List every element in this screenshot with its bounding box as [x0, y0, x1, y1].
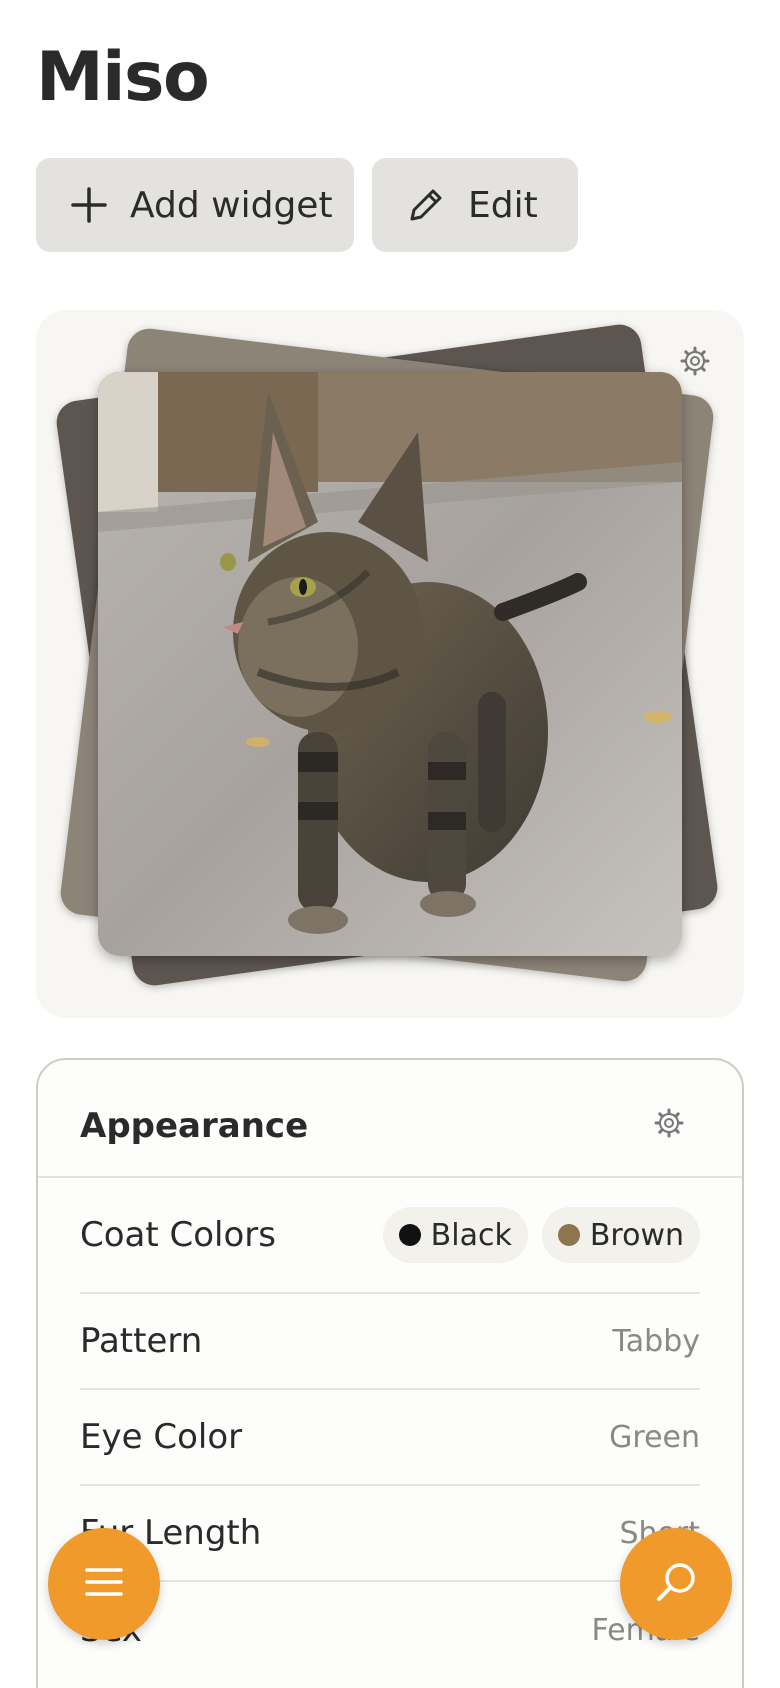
- gear-icon: [654, 1108, 684, 1142]
- hamburger-menu-icon: [84, 1566, 124, 1602]
- appearance-settings-button[interactable]: [654, 1108, 684, 1142]
- add-widget-button[interactable]: Add widget: [36, 158, 354, 252]
- add-widget-label: Add widget: [130, 184, 333, 226]
- menu-button[interactable]: [48, 1528, 160, 1640]
- appearance-header: Appearance: [38, 1060, 742, 1178]
- pencil-icon: [406, 185, 446, 225]
- photo-widget-settings-button[interactable]: [680, 346, 710, 380]
- fur-length-row[interactable]: Fur Length Short: [80, 1486, 700, 1582]
- search-icon: [654, 1560, 698, 1608]
- row-label: Eye Color: [80, 1417, 243, 1457]
- cat-photo[interactable]: [98, 372, 682, 956]
- coat-colors-row[interactable]: Coat Colors Black Brown: [80, 1178, 700, 1294]
- edit-button[interactable]: Edit: [372, 158, 578, 252]
- coat-colors-label: Coat Colors: [80, 1215, 276, 1255]
- coat-color-chips: Black Brown: [382, 1207, 700, 1263]
- chip-label: Black: [430, 1217, 512, 1253]
- coat-color-chip: Black: [382, 1207, 528, 1263]
- row-label: Pattern: [80, 1321, 203, 1361]
- search-button[interactable]: [620, 1528, 732, 1640]
- edit-label: Edit: [468, 184, 538, 226]
- color-swatch: [398, 1224, 421, 1246]
- plus-icon: [70, 186, 108, 224]
- pattern-row[interactable]: Pattern Tabby: [80, 1294, 700, 1390]
- color-swatch: [557, 1224, 580, 1246]
- eye-color-row[interactable]: Eye Color Green: [80, 1390, 700, 1486]
- page-title: Miso: [36, 38, 210, 117]
- pet-profile-page: Miso Add widget Edit Appearance Coat Col…: [0, 0, 780, 1688]
- chip-label: Brown: [589, 1217, 684, 1253]
- gear-icon: [680, 346, 710, 380]
- row-value: Tabby: [612, 1323, 700, 1359]
- sex-row[interactable]: Sex Female: [80, 1582, 700, 1678]
- row-value: Green: [609, 1419, 700, 1455]
- appearance-title: Appearance: [80, 1106, 309, 1146]
- coat-color-chip: Brown: [541, 1207, 700, 1263]
